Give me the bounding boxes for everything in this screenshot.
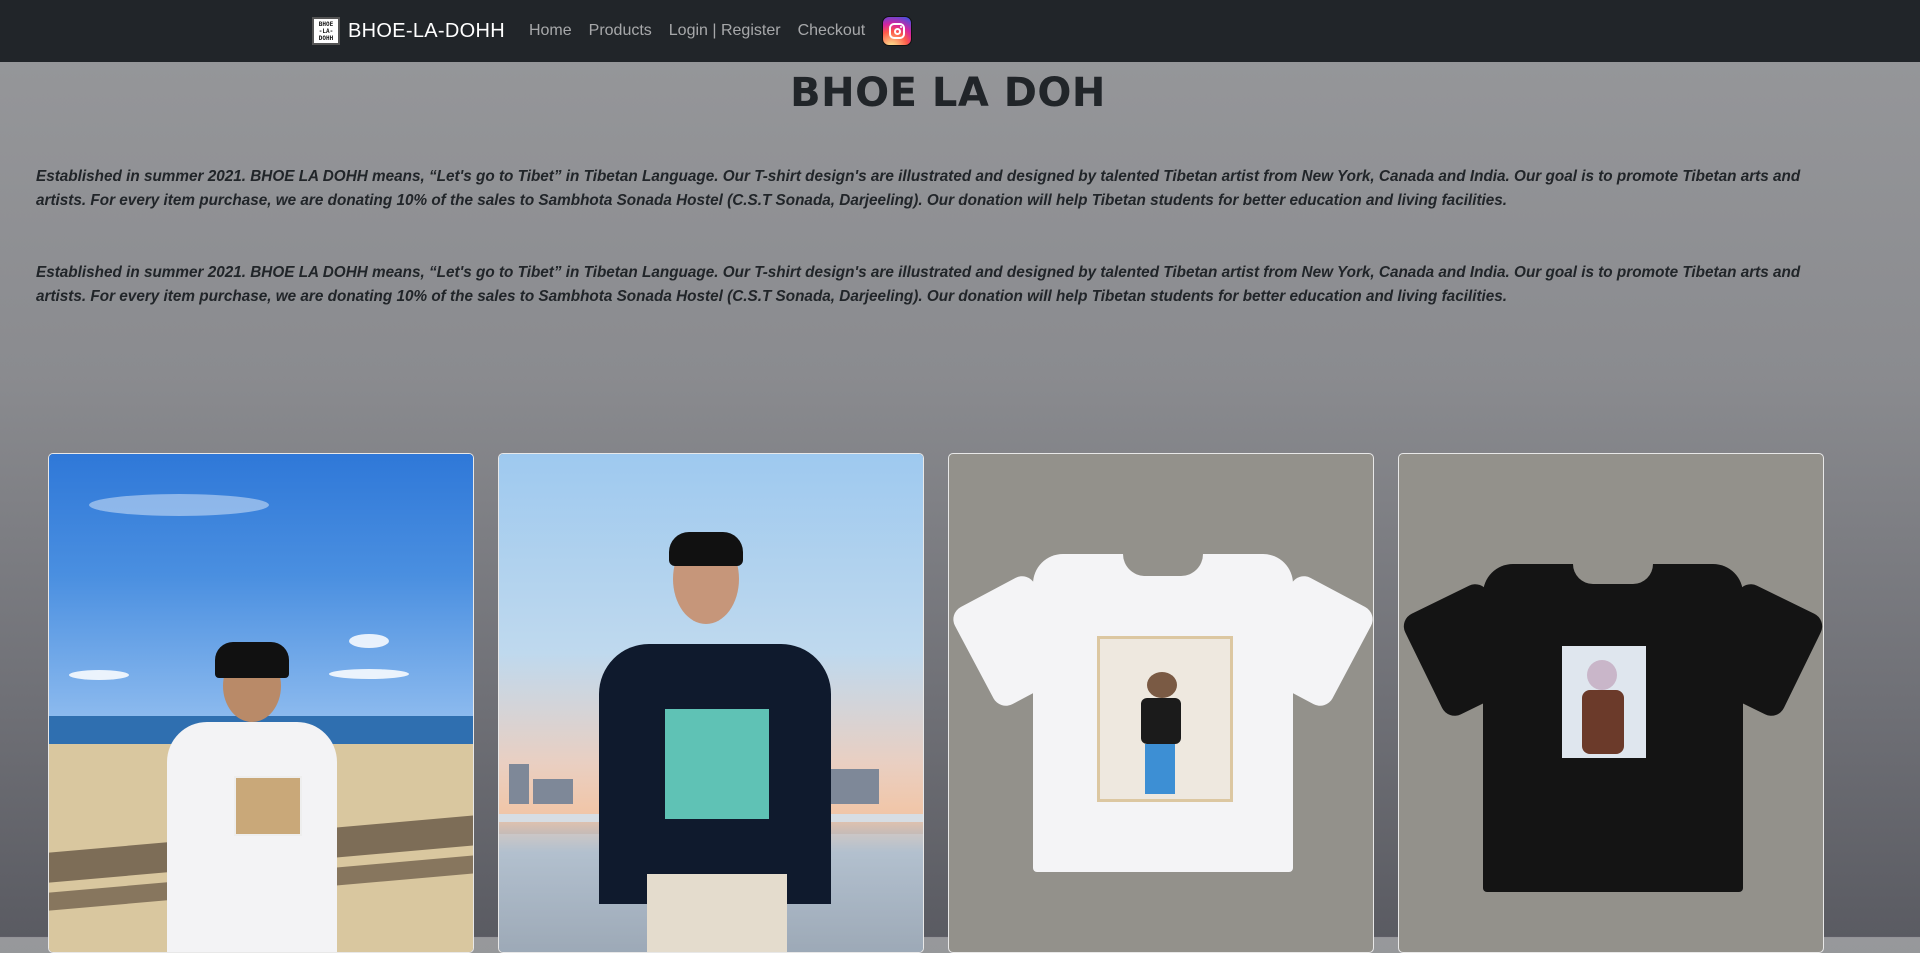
nav-login-register-link[interactable]: Login | Register [669,22,781,40]
nav-products-link[interactable]: Products [589,22,652,40]
product-card-city-photo[interactable] [498,453,924,953]
shirt-print [665,709,769,819]
tee-design-figure-head [1587,660,1617,690]
product-card-white-tee[interactable] [948,453,1374,953]
tee-design-figure-top [1141,698,1181,744]
about-paragraph: Established in summer 2021. BHOE LA DOHH… [36,168,1801,209]
about-paragraph: Established in summer 2021. BHOE LA DOHH… [36,264,1801,305]
tee-neck [1573,564,1653,584]
photo-building [533,779,573,804]
photo-cloud [349,634,389,648]
logo-line: DOHH [318,34,334,42]
product-card-beach-photo[interactable] [48,453,474,953]
product-card-black-tee[interactable] [1398,453,1824,953]
brand-logo: BHOE -LA- DOHH [312,17,340,45]
brand-name: BHOE-LA-DOHH [348,19,505,42]
photo-person-hair [669,532,743,566]
navbar: BHOE -LA- DOHH BHOE-LA-DOHH Home Product… [0,0,1920,62]
page-title: BHOE LA DOH [790,70,1106,116]
shirt-print [234,776,302,836]
logo-line: BHOE [318,20,334,28]
tee-design-figure-head [1147,672,1177,698]
tee-design-figure-jeans [1145,744,1175,794]
instagram-icon[interactable] [882,16,913,46]
instagram-glyph [889,23,906,39]
photo-cloud [329,669,409,679]
photo-person-hat [215,642,289,678]
nav-checkout-link[interactable]: Checkout [798,22,866,40]
black-tshirt-image [1399,564,1823,894]
white-tshirt-image [949,554,1373,874]
tee-design-figure-body [1582,690,1624,754]
nav-links: Home Products Login | Register Checkout [529,16,913,46]
tee-neck [1123,554,1203,576]
photo-cloud [89,494,269,516]
instagram-dot [900,26,903,28]
photo-person-shirt [167,722,337,952]
photo-building [509,764,529,804]
nav-home-link[interactable]: Home [529,22,572,40]
photo-person-pants [647,874,787,952]
brand-link[interactable]: BHOE -LA- DOHH BHOE-LA-DOHH [312,17,505,45]
logo-line: -LA- [318,27,334,35]
instagram-lens [893,27,901,35]
photo-cloud [69,670,129,680]
